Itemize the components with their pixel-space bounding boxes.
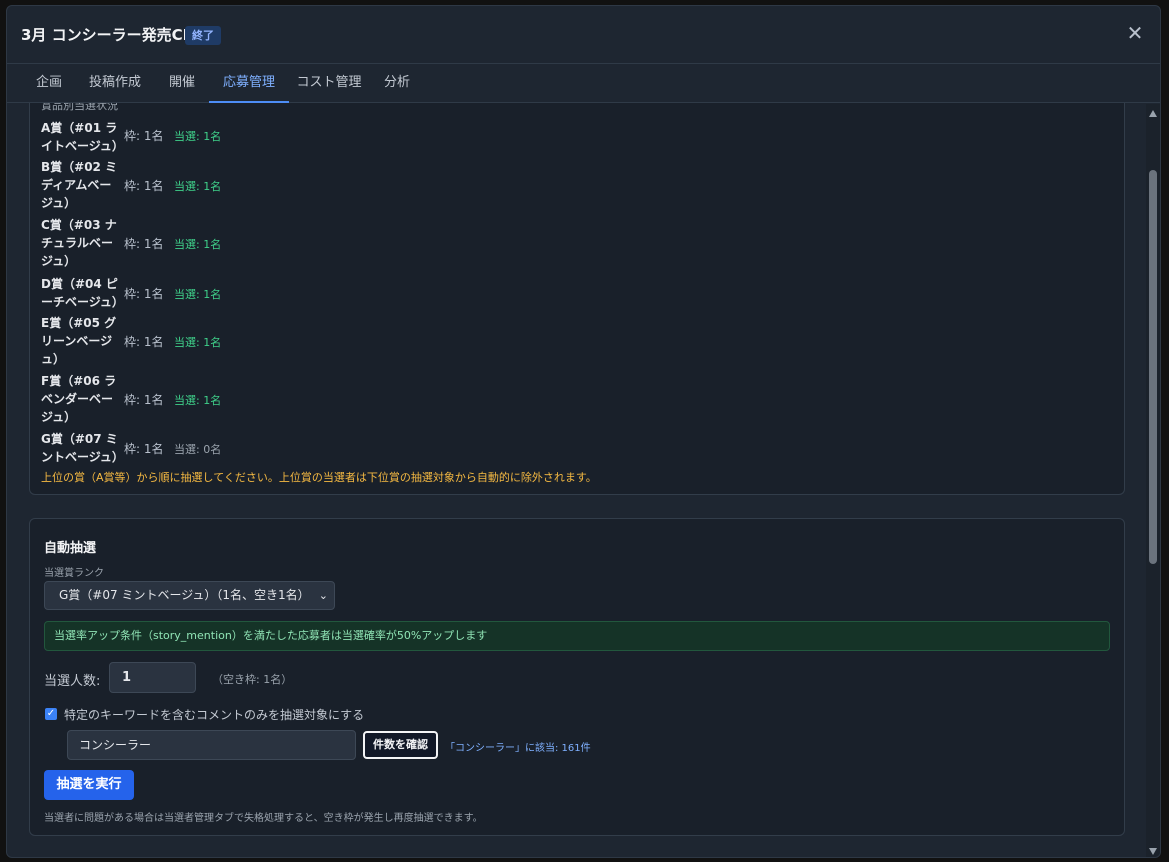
modal-header: 3月 コンシーラー発売CP 終了 ✕ bbox=[7, 6, 1160, 64]
prize-name: D賞（#04 ピーチベージュ） bbox=[41, 277, 124, 309]
draw-order-notice: 上位の賞（A賞等）から順に抽選してください。上位賞の当選者は下位賞の抽選対象から… bbox=[41, 471, 597, 484]
prize-slots: 枠: 1名 bbox=[124, 179, 164, 193]
prize-name: B賞（#02 ミディアムベージュ） bbox=[41, 160, 118, 210]
close-icon[interactable]: ✕ bbox=[1124, 22, 1146, 44]
run-draw-button[interactable]: 抽選を実行 bbox=[44, 770, 134, 800]
tab-entry-management[interactable]: 応募管理 bbox=[209, 65, 289, 103]
campaign-modal: 3月 コンシーラー発売CP 終了 ✕ 企画 投稿作成 開催 応募管理 コスト管理… bbox=[6, 5, 1161, 858]
scroll-down-icon[interactable] bbox=[1149, 848, 1157, 855]
prize-winners: 当選: 1名 bbox=[174, 288, 222, 301]
status-badge: 終了 bbox=[185, 26, 221, 45]
tab-post-creation[interactable]: 投稿作成 bbox=[81, 65, 149, 103]
prize-name: E賞（#05 グリーンベージュ） bbox=[41, 316, 117, 366]
prize-status-card: 賞品別当選状況 A賞（#01 ライトベージュ） 枠: 1名 当選: 1名 B賞（… bbox=[29, 103, 1125, 495]
scroll-up-icon[interactable] bbox=[1149, 110, 1157, 117]
prize-status-heading: 賞品別当選状況 bbox=[41, 103, 118, 112]
tab-holding[interactable]: 開催 bbox=[157, 65, 207, 103]
prize-winners: 当選: 0名 bbox=[174, 443, 222, 456]
scrollbar-thumb[interactable] bbox=[1149, 170, 1157, 564]
free-slots-note: （空き枠: 1名） bbox=[212, 673, 293, 686]
tab-bar: 企画 投稿作成 開催 応募管理 コスト管理 分析 bbox=[7, 65, 1160, 103]
prize-slots: 枠: 1名 bbox=[124, 129, 164, 143]
disqualify-footnote: 当選者に問題がある場合は当選者管理タブで失格処理すると、空き枠が発生し再度抽選で… bbox=[44, 813, 483, 824]
prize-name: G賞（#07 ミントベージュ） bbox=[41, 432, 124, 464]
prize-slots: 枠: 1名 bbox=[124, 335, 164, 349]
rank-label: 当選賞ランク bbox=[44, 568, 104, 579]
winner-count-label: 当選人数: bbox=[44, 674, 101, 689]
winner-count-input[interactable]: 1 bbox=[109, 662, 196, 693]
keyword-input[interactable]: コンシーラー bbox=[67, 730, 356, 760]
check-count-button[interactable]: 件数を確認 bbox=[363, 731, 438, 759]
prize-name: A賞（#01 ライトベージュ） bbox=[41, 121, 124, 153]
boost-info-banner: 当選率アップ条件（story_mention）を満たした応募者は当選確率が50%… bbox=[44, 621, 1110, 651]
modal-title: 3月 コンシーラー発売CP bbox=[21, 26, 194, 44]
tab-planning[interactable]: 企画 bbox=[21, 65, 77, 103]
prize-winners: 当選: 1名 bbox=[174, 394, 222, 407]
prize-slots: 枠: 1名 bbox=[124, 287, 164, 301]
tab-cost-management[interactable]: コスト管理 bbox=[295, 65, 363, 103]
prize-rank-select[interactable]: G賞（#07 ミントベージュ）（1名、空き1名） ⌄ bbox=[44, 581, 335, 610]
prize-rank-value: G賞（#07 ミントベージュ）（1名、空き1名） bbox=[59, 588, 310, 602]
keyword-filter-checkbox[interactable]: ✓ bbox=[45, 708, 57, 720]
auto-draw-title: 自動抽選 bbox=[44, 541, 97, 556]
keyword-match-count: 「コンシーラー」に該当: 161件 bbox=[445, 743, 591, 754]
scrollbar[interactable] bbox=[1146, 104, 1160, 857]
prize-winners: 当選: 1名 bbox=[174, 180, 222, 193]
prize-name: C賞（#03 ナチュラルベージュ） bbox=[41, 218, 117, 268]
prize-slots: 枠: 1名 bbox=[124, 442, 164, 456]
auto-draw-card: 自動抽選 当選賞ランク G賞（#07 ミントベージュ）（1名、空き1名） ⌄ 当… bbox=[29, 518, 1125, 836]
prize-slots: 枠: 1名 bbox=[124, 393, 164, 407]
prize-slots: 枠: 1名 bbox=[124, 237, 164, 251]
prize-name: F賞（#06 ラベンダーベージュ） bbox=[41, 374, 117, 424]
tab-analysis[interactable]: 分析 bbox=[377, 65, 417, 103]
prize-winners: 当選: 1名 bbox=[174, 130, 222, 143]
chevron-down-icon: ⌄ bbox=[318, 589, 328, 602]
prize-winners: 当選: 1名 bbox=[174, 336, 222, 349]
keyword-filter-label[interactable]: 特定のキーワードを含むコメントのみを抽選対象にする bbox=[64, 706, 364, 723]
prize-winners: 当選: 1名 bbox=[174, 238, 222, 251]
